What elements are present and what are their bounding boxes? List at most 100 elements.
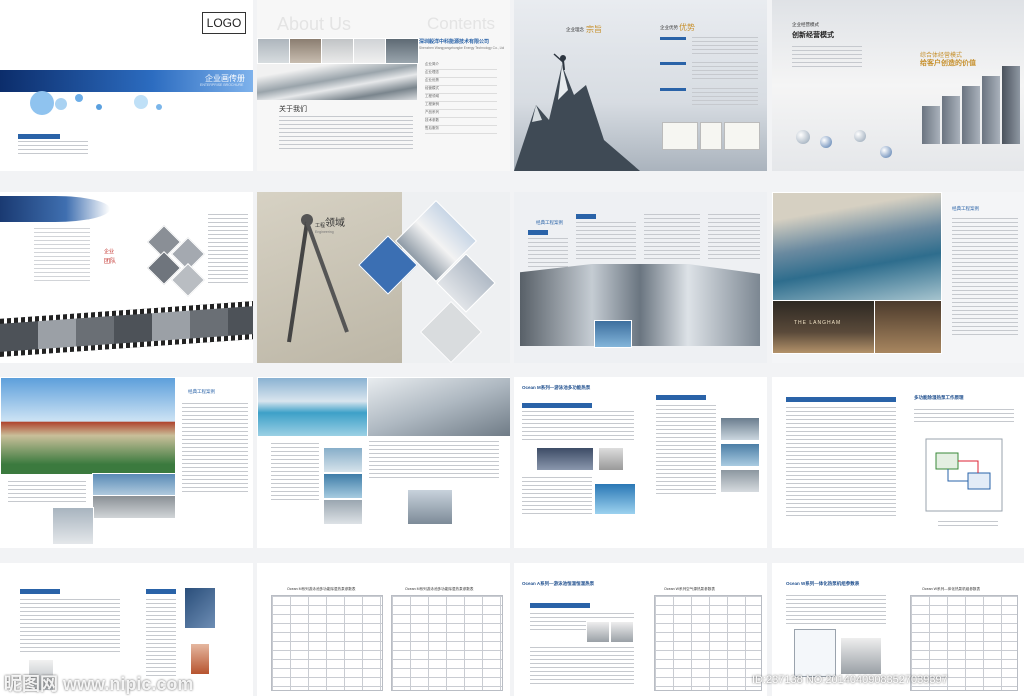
contents-item[interactable]: 售后服务: [425, 126, 497, 134]
hotel-page: THE LANGHAM 经典工程案例: [772, 192, 1024, 363]
orb: [880, 146, 892, 158]
panel-photo: [184, 587, 216, 629]
company-name-en: Shenzhen Wangyangzhongke Energy Technolo…: [419, 46, 505, 50]
advantage-accent: 优势: [679, 23, 695, 32]
section-bar: [522, 403, 592, 408]
field-title-small: 工程: [315, 223, 326, 229]
spec-text: [20, 599, 120, 655]
step-bar: [922, 106, 940, 144]
heat-pump-unit: [610, 621, 634, 643]
diagram-caption: [938, 521, 998, 527]
heat-pump-unit: [536, 447, 594, 471]
about-heading: About Us: [277, 14, 352, 34]
contents-item[interactable]: 技术参数: [425, 118, 497, 126]
contents-item[interactable]: 工程案例: [425, 102, 497, 110]
product-m-page: Ocean M系列—游泳池多功能热泵: [514, 377, 767, 548]
spec-table: [654, 595, 762, 691]
business-model-title: 创新经营模式: [792, 32, 834, 39]
cover-company-block: [18, 134, 60, 139]
section-bar: [530, 603, 590, 608]
office-photo: [257, 38, 291, 64]
campus-photo: [0, 377, 176, 475]
field-title-big: 领域: [325, 218, 345, 229]
heat-pump-unit: [586, 621, 610, 643]
advantage-text: [692, 37, 758, 57]
team-text: [208, 214, 248, 284]
advantage-badge: [660, 88, 686, 91]
facade-photo: [367, 377, 510, 437]
table-1-title: Ocean M系列游泳池多功能除湿热泵参数表: [287, 587, 356, 591]
product-text: [522, 411, 634, 441]
case-photo: [52, 507, 94, 545]
contents-item[interactable]: 企业优势: [425, 78, 497, 86]
contents-item[interactable]: 经营模式: [425, 86, 497, 94]
campus-text: [182, 403, 248, 493]
step-bar: [942, 96, 960, 144]
logo-box: LOGO: [202, 12, 246, 34]
film-strip: [0, 301, 253, 357]
product-text: [656, 405, 716, 495]
field-page: 工程 领域 Engineering: [257, 192, 510, 363]
bubble: [96, 104, 102, 110]
product-m-title: Ocean M系列—游泳池多功能热泵: [522, 385, 591, 390]
about-heading-cn: 关于我们: [279, 106, 307, 113]
contents-item[interactable]: 工程领域: [425, 94, 497, 102]
case-photo: [407, 489, 453, 525]
case-photo: [92, 495, 176, 519]
campus-text: [8, 481, 86, 505]
contents-heading: Contents: [427, 14, 496, 33]
advantage-text: [692, 62, 758, 82]
calligraphy: [34, 228, 90, 282]
section-bar: [146, 589, 176, 594]
team-label: 企业: [104, 249, 115, 255]
step-bar: [1002, 66, 1020, 144]
hotel-night-photo: [772, 300, 876, 354]
office-photo: [321, 38, 355, 64]
product-text: [786, 595, 886, 625]
bubble: [156, 104, 162, 110]
contents-item[interactable]: 企业理念: [425, 70, 497, 78]
mountain-illustration: [514, 53, 640, 171]
section-bar: [786, 397, 896, 402]
meeting-photo: [419, 300, 483, 363]
case-text: [528, 238, 568, 268]
cases-title-3: 经典工程案例: [188, 389, 215, 394]
case-photo: [323, 447, 363, 473]
case-photo: [720, 417, 760, 441]
cover-page: LOGO 企业画传册 ENTERPRISE BROCHURE: [0, 0, 253, 171]
case-text: [644, 214, 700, 262]
case-photo: [720, 443, 760, 467]
office-photo: [289, 38, 323, 64]
section-bar: [656, 395, 706, 400]
hotel-text: [952, 218, 1018, 338]
indoor-pool-photo: [772, 192, 942, 302]
advantage-badge: [660, 62, 686, 65]
watermark-id: ID:237138 NO:20140409083527039397: [752, 674, 948, 686]
contents-item[interactable]: 产品系列: [425, 110, 497, 118]
team-title: 团队: [104, 259, 117, 265]
field-title-en: Engineering: [315, 230, 334, 234]
philosophy-accent: 宗旨: [586, 25, 602, 34]
pool-photo: [594, 320, 632, 348]
table-3-title-b: Ocean W系列—体化热泵机组参数表: [922, 587, 981, 591]
advantage-badge: [660, 37, 686, 40]
wave-landscape: [257, 64, 417, 100]
cover-address: [18, 141, 88, 157]
product-a-page: Ocean A系列—游泳池恒温恒湿热泵 Ocean W系列空气源热泵参数表: [514, 563, 767, 696]
product-text: [522, 477, 592, 517]
step-bar: [962, 86, 980, 144]
company-name-cn: 深圳毅洋中科能源技术有限公司: [419, 39, 490, 45]
case-photo: [323, 473, 363, 499]
case-banner: [520, 264, 760, 346]
resort-text: [369, 441, 499, 481]
section-bar: [20, 589, 60, 594]
certificate: [700, 122, 722, 150]
principle-title: 多功能除湿热泵工作原理: [914, 395, 964, 400]
business-model-text: [792, 46, 862, 68]
principle-page: 多功能除湿热泵工作原理: [772, 377, 1024, 548]
business-model-label: 企业经营模式: [792, 22, 819, 27]
lobby-photo: [874, 300, 942, 354]
contents-item[interactable]: 企业简介: [425, 62, 497, 70]
contents-list: 企业简介 企业理念 企业优势 经营模式 工程领域 工程案例 产品系列 技术参数 …: [425, 62, 497, 134]
heat-pump-unit: [840, 637, 882, 675]
